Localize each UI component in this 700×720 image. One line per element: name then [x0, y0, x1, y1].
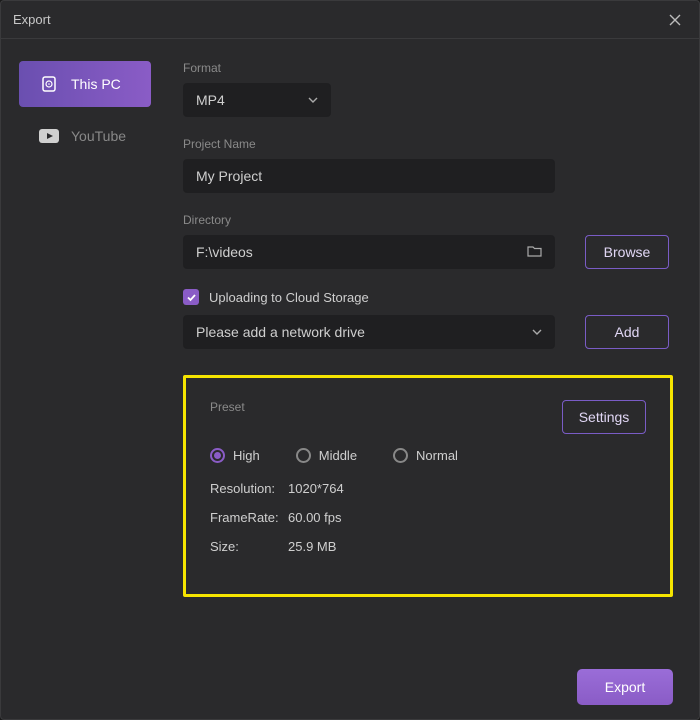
- resolution-value: 1020*764: [288, 481, 344, 496]
- preset-radio-normal[interactable]: Normal: [393, 448, 458, 463]
- format-select[interactable]: MP4: [183, 83, 331, 117]
- main-panel: Format MP4 Project Name My Project Direc…: [161, 39, 699, 655]
- preset-radio-group: High Middle Normal: [210, 448, 646, 463]
- framerate-row: FrameRate: 60.00 fps: [210, 510, 646, 525]
- network-drive-placeholder: Please add a network drive: [196, 324, 365, 340]
- directory-value: F:\videos: [196, 244, 253, 260]
- chevron-down-icon: [308, 94, 318, 106]
- framerate-label: FrameRate:: [210, 510, 288, 525]
- directory-label: Directory: [183, 213, 673, 227]
- sidebar-item-label: This PC: [71, 76, 121, 92]
- radio-icon: [210, 448, 225, 463]
- sidebar-item-label: YouTube: [71, 128, 126, 144]
- preset-label: Preset: [210, 400, 245, 414]
- framerate-value: 60.00 fps: [288, 510, 342, 525]
- radio-label: Normal: [416, 448, 458, 463]
- preset-section: Preset Settings High Middle Normal: [183, 375, 673, 597]
- disk-icon: [39, 74, 59, 94]
- project-name-label: Project Name: [183, 137, 673, 151]
- resolution-label: Resolution:: [210, 481, 288, 496]
- sidebar-item-youtube[interactable]: YouTube: [19, 113, 151, 159]
- preset-radio-middle[interactable]: Middle: [296, 448, 357, 463]
- sidebar: This PC YouTube: [1, 39, 161, 655]
- export-dialog: Export This PC YouTube Format: [0, 0, 700, 720]
- browse-button[interactable]: Browse: [585, 235, 669, 269]
- close-icon[interactable]: [663, 8, 687, 32]
- size-value: 25.9 MB: [288, 539, 336, 554]
- format-label: Format: [183, 61, 673, 75]
- titlebar: Export: [1, 1, 699, 39]
- format-value: MP4: [196, 92, 225, 108]
- resolution-row: Resolution: 1020*764: [210, 481, 646, 496]
- upload-checkbox[interactable]: [183, 289, 199, 305]
- settings-button[interactable]: Settings: [562, 400, 646, 434]
- radio-label: Middle: [319, 448, 357, 463]
- chevron-down-icon: [532, 326, 542, 338]
- radio-icon: [296, 448, 311, 463]
- size-row: Size: 25.9 MB: [210, 539, 646, 554]
- network-drive-select[interactable]: Please add a network drive: [183, 315, 555, 349]
- project-name-input[interactable]: My Project: [183, 159, 555, 193]
- radio-icon: [393, 448, 408, 463]
- youtube-icon: [39, 126, 59, 146]
- radio-label: High: [233, 448, 260, 463]
- preset-radio-high[interactable]: High: [210, 448, 260, 463]
- window-title: Export: [13, 12, 51, 27]
- project-name-value: My Project: [196, 168, 262, 184]
- dialog-footer: Export: [1, 655, 699, 719]
- export-button[interactable]: Export: [577, 669, 673, 705]
- directory-input[interactable]: F:\videos: [183, 235, 555, 269]
- sidebar-item-this-pc[interactable]: This PC: [19, 61, 151, 107]
- folder-icon: [527, 244, 542, 260]
- dialog-body: This PC YouTube Format MP4 Pro: [1, 39, 699, 655]
- size-label: Size:: [210, 539, 288, 554]
- add-button[interactable]: Add: [585, 315, 669, 349]
- upload-checkbox-label: Uploading to Cloud Storage: [209, 290, 369, 305]
